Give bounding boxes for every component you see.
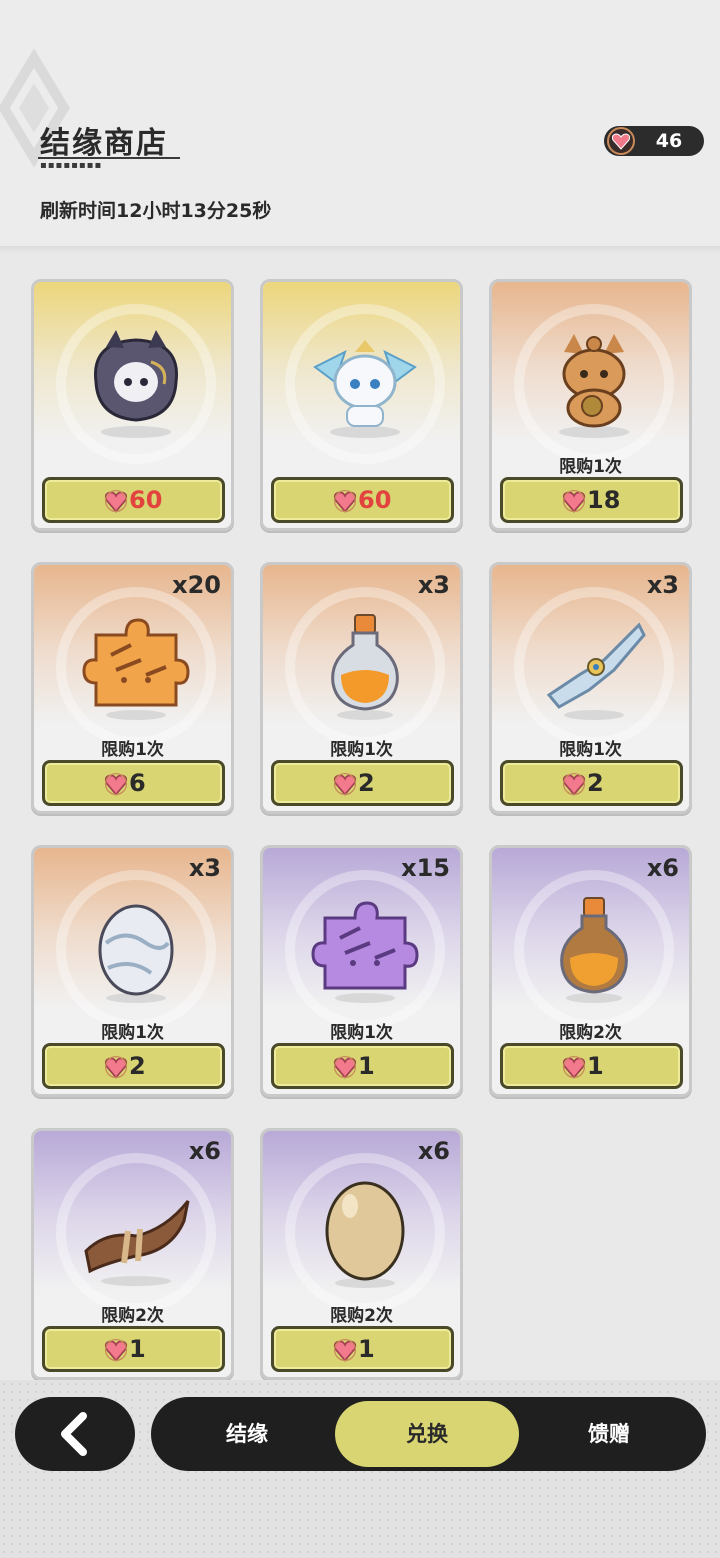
buy-button[interactable]: 1	[271, 1043, 454, 1089]
heart-gem-icon	[104, 1338, 128, 1362]
price-value: 2	[129, 1052, 146, 1080]
item-quantity: x6	[188, 1137, 221, 1165]
buy-button[interactable]: 60	[271, 477, 454, 523]
price-value: 60	[129, 486, 163, 514]
heart-gem-icon	[333, 1055, 357, 1079]
price-value: 1	[358, 1052, 375, 1080]
heart-gem-icon	[562, 772, 586, 796]
heart-gem-icon	[104, 1055, 128, 1079]
shop-item-card-purple-puzzle-piece[interactable]: x15 限购1次 1	[260, 845, 463, 1097]
purchase-limit: 限购1次	[559, 457, 622, 477]
purchase-limit: 限购2次	[330, 1306, 393, 1326]
shop-item-card-amber-potion[interactable]: x6 限购2次 1	[489, 845, 692, 1097]
purchase-limit: 限购1次	[330, 740, 393, 760]
purple-puzzle-piece-icon	[311, 901, 419, 1003]
heart-gem-icon	[104, 772, 128, 796]
shop-item-card-brown-fox-spirit[interactable]: 限购1次 18	[489, 279, 692, 531]
purchase-limit: 限购1次	[559, 740, 622, 760]
item-quantity: x6	[646, 854, 679, 882]
purchase-limit: 限购1次	[330, 1023, 393, 1043]
heart-gem-icon	[562, 1055, 586, 1079]
item-quantity: x3	[188, 854, 221, 882]
tab-jieyuan[interactable]: 结缘	[155, 1401, 339, 1467]
purchase-limit: 限购1次	[101, 1023, 164, 1043]
chevron-left-icon	[61, 1412, 87, 1456]
shop-item-card-orange-puzzle-piece[interactable]: x20 限购1次 6	[31, 562, 234, 814]
price-value: 2	[358, 769, 375, 797]
shop-item-grid: 60 60 限购1次 18 x20 限购1次 6 x3 限购1次 2 x3 限购…	[0, 0, 720, 1380]
shop-item-card-blue-scroll[interactable]: x3 限购1次 2	[489, 562, 692, 814]
shop-item-card-dark-cat-spirit[interactable]: 60	[31, 279, 234, 531]
item-quantity: x15	[401, 854, 450, 882]
tab-bar: 结缘 兑换 馈赠	[151, 1397, 706, 1471]
purchase-limit: 限购1次	[101, 740, 164, 760]
purchase-limit: 限购2次	[559, 1023, 622, 1043]
orange-puzzle-piece-icon	[82, 618, 190, 720]
back-button[interactable]	[15, 1397, 135, 1471]
shop-item-card-orange-potion[interactable]: x3 限购1次 2	[260, 562, 463, 814]
buy-button[interactable]: 2	[271, 760, 454, 806]
shop-item-card-crystal-fox-spirit[interactable]: 60	[260, 279, 463, 531]
tab-duihuan[interactable]: 兑换	[335, 1401, 519, 1467]
heart-gem-icon	[104, 489, 128, 513]
heart-gem-icon	[562, 489, 586, 513]
buy-button[interactable]: 1	[500, 1043, 683, 1089]
shop-item-card-plain-egg[interactable]: x6 限购2次 1	[260, 1128, 463, 1380]
buy-button[interactable]: 1	[271, 1326, 454, 1372]
price-value: 1	[129, 1335, 146, 1363]
amber-potion-icon	[560, 897, 628, 1003]
price-value: 1	[587, 1052, 604, 1080]
blue-scroll-icon	[546, 622, 646, 720]
purchase-limit: 限购2次	[101, 1306, 164, 1326]
silver-egg-icon	[98, 904, 174, 1003]
item-quantity: x20	[172, 571, 221, 599]
brown-fox-spirit-icon	[559, 334, 629, 438]
item-quantity: x3	[417, 571, 450, 599]
shop-item-card-silver-egg[interactable]: x3 限购1次 2	[31, 845, 234, 1097]
item-quantity: x6	[417, 1137, 450, 1165]
price-value: 60	[358, 486, 392, 514]
price-value: 18	[587, 486, 621, 514]
price-value: 6	[129, 769, 146, 797]
crystal-fox-spirit-icon	[313, 340, 417, 438]
wood-bundle-icon	[84, 1200, 190, 1286]
item-quantity: x3	[646, 571, 679, 599]
plain-egg-icon	[325, 1181, 405, 1288]
buy-button[interactable]: 6	[42, 760, 225, 806]
buy-button[interactable]: 2	[42, 1043, 225, 1089]
orange-potion-icon	[331, 614, 399, 720]
heart-gem-icon	[333, 772, 357, 796]
buy-button[interactable]: 1	[42, 1326, 225, 1372]
price-value: 1	[358, 1335, 375, 1363]
heart-gem-icon	[333, 489, 357, 513]
shop-item-card-wood-bundle[interactable]: x6 限购2次 1	[31, 1128, 234, 1380]
dark-cat-spirit-icon	[94, 330, 178, 438]
buy-button[interactable]: 2	[500, 760, 683, 806]
tab-kuizeng[interactable]: 馈赠	[517, 1401, 701, 1467]
heart-gem-icon	[333, 1338, 357, 1362]
buy-button[interactable]: 18	[500, 477, 683, 523]
price-value: 2	[587, 769, 604, 797]
buy-button[interactable]: 60	[42, 477, 225, 523]
